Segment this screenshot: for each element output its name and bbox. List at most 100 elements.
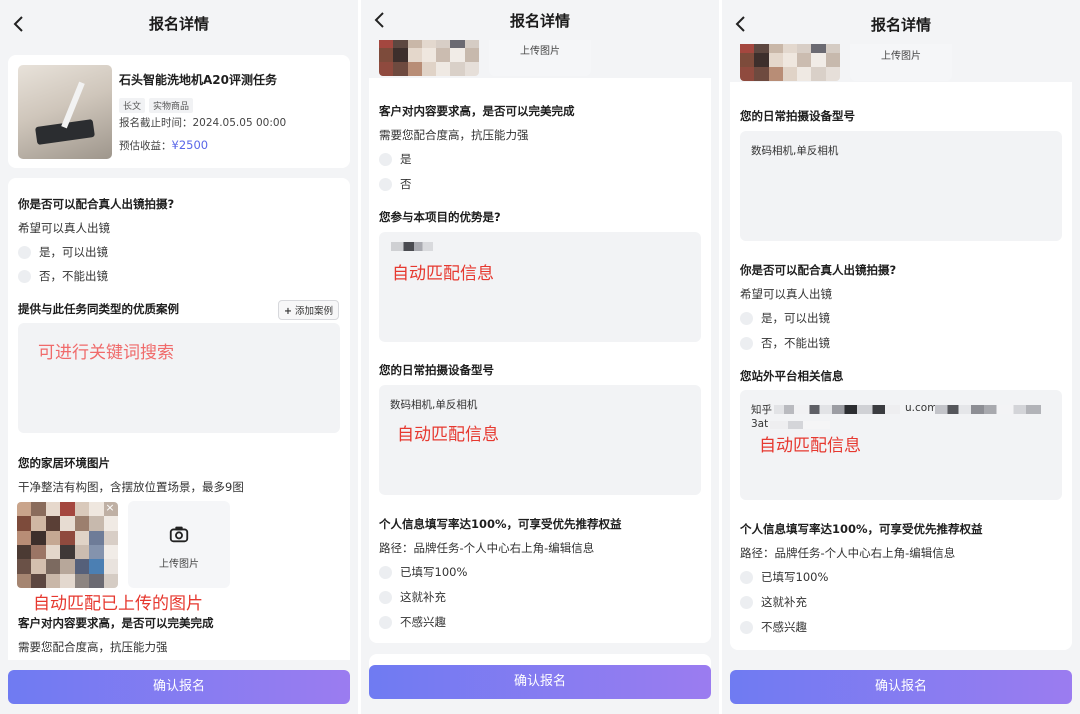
tag: 长文 [119, 98, 146, 113]
upload-label: 上传图片 [159, 559, 199, 570]
radio-option[interactable]: 这就补充 [740, 594, 807, 610]
radio-option[interactable]: 已填写100% [740, 569, 828, 585]
upload-label: 上传图片 [881, 51, 921, 62]
redacted-text [770, 421, 830, 429]
task-thumbnail [18, 65, 112, 159]
offsite-prefix: 知乎 [751, 404, 772, 416]
task-deadline: 报名截止时间：2024.05.05 00:00 [119, 117, 287, 129]
camera-icon [169, 526, 189, 543]
task-earnings: 预估收益：¥2500 [119, 138, 208, 153]
radio-circle[interactable] [379, 590, 392, 604]
question-hint: 需要您配合度高，抗压能力强 [379, 128, 529, 142]
option-label: 已填写100% [761, 570, 829, 584]
confirm-signup-button[interactable]: 确认报名 [730, 670, 1072, 704]
radio-circle[interactable] [740, 620, 753, 634]
radio-option[interactable]: 是，可以出镜 [740, 310, 830, 326]
radio-option[interactable]: 不感兴趣 [379, 614, 446, 630]
radio-option[interactable]: 否 [379, 176, 412, 192]
device-value: 数码相机,单反相机 [390, 399, 478, 411]
upload-label: 上传图片 [520, 46, 560, 57]
question-title: 您的家居环境图片 [18, 456, 110, 470]
plus-icon: + [284, 306, 292, 317]
radio-circle[interactable] [18, 245, 31, 259]
question-hint: 干净整洁有构图，含摆放位置场景，最多9图 [18, 480, 244, 494]
option-label: 不感兴趣 [761, 620, 807, 634]
nav-bar: 报名详情 [722, 0, 1080, 44]
option-label: 已填写100% [400, 565, 468, 579]
page-title: 报名详情 [148, 15, 209, 33]
screen-3: 上传图片 报名详情 您的日常拍摄设备型号 数码相机,单反相机 你是否可以配合真人… [722, 0, 1080, 714]
option-label: 是，可以出镜 [39, 245, 108, 259]
add-case-label: 添加案例 [295, 306, 334, 317]
confirm-signup-button[interactable]: 确认报名 [8, 670, 350, 704]
add-case-button[interactable]: + 添加案例 [278, 300, 340, 320]
radio-circle[interactable] [379, 565, 392, 579]
radio-option[interactable]: 是 [379, 151, 412, 167]
device-value: 数码相机,单反相机 [751, 145, 839, 157]
question-title: 客户对内容要求高，是否可以完美完成 [379, 104, 575, 118]
option-label: 否，不能出镜 [39, 269, 108, 283]
radio-circle[interactable] [379, 152, 392, 166]
question-hint: 希望可以真人出镜 [740, 287, 832, 301]
radio-circle[interactable] [379, 615, 392, 629]
radio-option[interactable]: 否，不能出镜 [740, 335, 830, 351]
offsite-line2: 3at [751, 418, 769, 430]
question-title: 你是否可以配合真人出镜拍摄? [740, 263, 897, 277]
task-card[interactable]: 石头智能洗地机A20评测任务 长文 实物商品 报名截止时间：2024.05.05 … [8, 55, 350, 168]
redacted-text [935, 405, 1041, 414]
remove-image-icon[interactable]: × [103, 501, 117, 515]
question-title: 您参与本项目的优势是? [379, 210, 501, 224]
radio-option[interactable]: 不感兴趣 [740, 619, 807, 635]
question-hint: 路径：品牌任务-个人中心右上角-编辑信息 [379, 541, 595, 555]
annotation-auto-match: 自动匹配信息 [397, 425, 499, 445]
option-label: 这就补充 [400, 590, 446, 604]
form-card [369, 78, 711, 643]
screen-2: 上传图片 报名详情 客户对内容要求高，是否可以完美完成 需要您配合度高，抗压能力… [361, 0, 719, 714]
annotation-auto-match-uploaded: 自动匹配已上传的图片 [33, 594, 203, 614]
nav-bar: 报名详情 [361, 0, 719, 40]
question-title: 您的日常拍摄设备型号 [379, 363, 494, 377]
question-hint: 路径：品牌任务-个人中心右上角-编辑信息 [740, 546, 956, 560]
task-name: 石头智能洗地机A20评测任务 [119, 73, 277, 87]
question-title: 您站外平台相关信息 [740, 369, 844, 383]
annotation-auto-match: 自动匹配信息 [759, 436, 861, 456]
radio-option[interactable]: 已填写100% [379, 564, 467, 580]
option-label: 是，可以出镜 [761, 311, 830, 325]
radio-circle[interactable] [379, 177, 392, 191]
annotation-auto-match: 自动匹配信息 [392, 264, 494, 284]
radio-circle[interactable] [740, 570, 753, 584]
question-hint: 希望可以真人出镜 [18, 221, 110, 235]
question-title: 客户对内容要求高，是否可以完美完成 [18, 616, 214, 630]
upload-image-button[interactable]: 上传图片 [128, 501, 230, 588]
tag: 实物商品 [149, 98, 194, 113]
radio-option[interactable]: 否，不能出镜 [18, 268, 108, 284]
task-tags: 长文 实物商品 [119, 94, 197, 113]
offsite-mid: u.com [905, 402, 938, 414]
question-title: 个人信息填写率达100%，可享受优先推荐权益 [740, 522, 983, 536]
option-label: 否 [400, 177, 412, 191]
annotation-keyword-search: 可进行关键词搜索 [38, 343, 174, 363]
option-label: 是 [400, 152, 412, 166]
page-title: 报名详情 [870, 16, 931, 34]
question-title: 你是否可以配合真人出镜拍摄? [18, 197, 175, 211]
question-title: 您的日常拍摄设备型号 [740, 109, 855, 123]
option-label: 不感兴趣 [400, 615, 446, 629]
question-title: 个人信息填写率达100%，可享受优先推荐权益 [379, 517, 622, 531]
radio-circle[interactable] [18, 269, 31, 283]
radio-option[interactable]: 是，可以出镜 [18, 244, 108, 260]
question-hint: 需要您配合度高，抗压能力强 [18, 640, 168, 654]
radio-circle[interactable] [740, 311, 753, 325]
page-title: 报名详情 [509, 12, 570, 30]
radio-circle[interactable] [740, 336, 753, 350]
question-title: 提供与此任务同类型的优质案例 [18, 302, 179, 316]
radio-circle[interactable] [740, 595, 753, 609]
option-label: 这就补充 [761, 595, 807, 609]
earnings-label: 预估收益： [119, 140, 172, 152]
redacted-text [774, 405, 900, 414]
confirm-signup-button[interactable]: 确认报名 [369, 665, 711, 699]
earnings-value: ¥2500 [171, 138, 209, 152]
radio-option[interactable]: 这就补充 [379, 589, 446, 605]
redacted-text [391, 242, 433, 251]
screen-1: 报名详情 石头智能洗地机A20评测任务 长文 实物商品 报名截止时间：2024.0… [0, 0, 358, 714]
option-label: 否，不能出镜 [761, 336, 830, 350]
